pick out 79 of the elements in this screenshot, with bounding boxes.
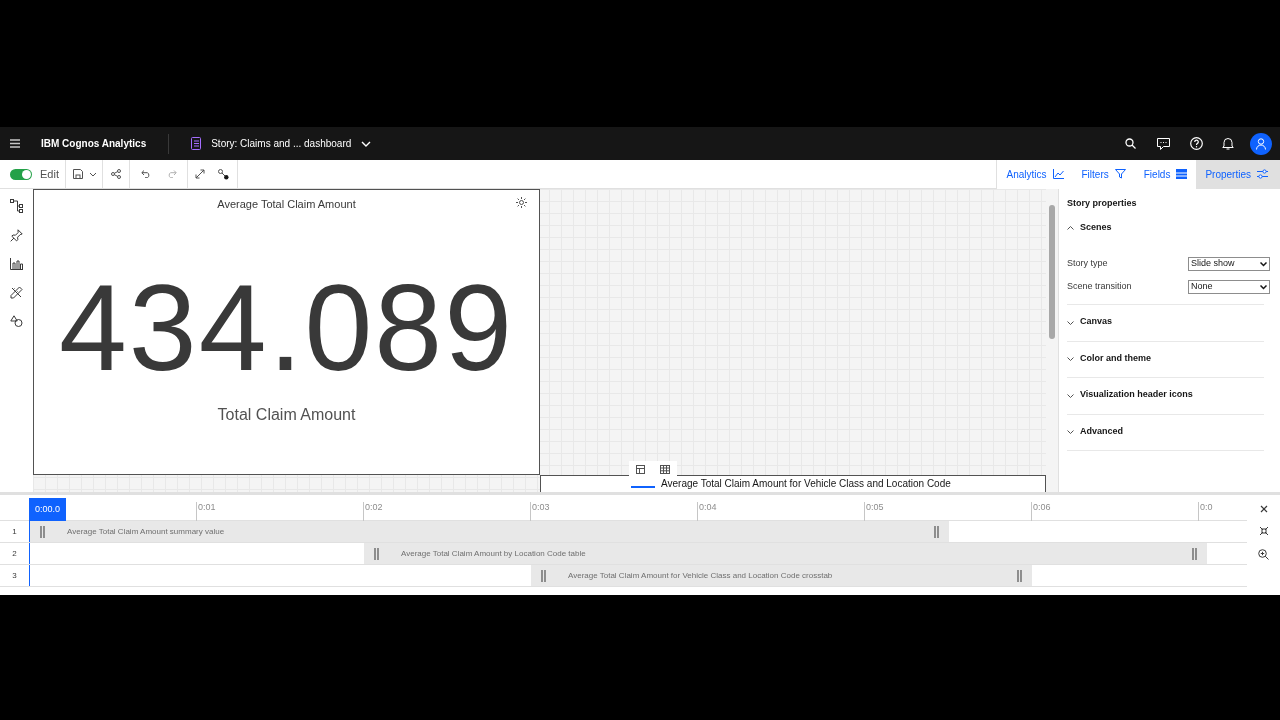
track-number: 3 xyxy=(12,569,17,582)
pencil-ruler-icon[interactable] xyxy=(10,286,23,299)
expand-icon[interactable] xyxy=(194,169,205,179)
drag-handle-icon[interactable] xyxy=(40,525,45,538)
grid-icon[interactable] xyxy=(659,464,670,474)
section-header[interactable]: Canvas xyxy=(1067,315,1264,329)
chevron-up-icon xyxy=(1067,224,1074,230)
sliders-icon xyxy=(1257,169,1268,179)
filter-icon xyxy=(1114,169,1126,179)
drag-handle-icon[interactable] xyxy=(374,547,379,560)
edit-label: Edit xyxy=(40,166,59,182)
close-icon[interactable] xyxy=(1259,505,1268,513)
track-bar[interactable]: Average Total Claim Amount summary value xyxy=(30,521,949,542)
dropdown[interactable]: None xyxy=(1188,280,1270,294)
chevron-down-icon[interactable] xyxy=(361,140,372,147)
shapes-icon[interactable] xyxy=(10,315,23,327)
document-icon xyxy=(191,137,202,150)
field-label: Scene transition xyxy=(1067,280,1132,294)
time-tick: 0:02 xyxy=(365,502,383,512)
fit-icon[interactable] xyxy=(1258,526,1269,536)
save-icon[interactable] xyxy=(72,169,83,179)
chevron-down-icon xyxy=(1067,430,1074,436)
caret-icon[interactable] xyxy=(88,171,97,177)
undo-icon[interactable] xyxy=(140,170,151,178)
drag-handle-icon[interactable] xyxy=(541,569,546,582)
track-label: Average Total Claim Amount for Vehicle Class and Location Code crosstab xyxy=(568,569,833,582)
panel-tab[interactable]: Properties xyxy=(1196,159,1280,189)
track-number: 2 xyxy=(12,547,17,560)
chevron-down-icon xyxy=(1067,357,1074,363)
settings-icon[interactable] xyxy=(516,197,527,208)
time-tick: 0:04 xyxy=(699,502,717,512)
section-header[interactable]: Advanced xyxy=(1067,424,1264,438)
value-caption: Total Claim Amount xyxy=(217,404,356,425)
pin-icon[interactable] xyxy=(10,229,23,242)
share-icon[interactable] xyxy=(110,169,121,179)
fields-icon xyxy=(1176,169,1188,179)
bell-icon[interactable] xyxy=(1222,137,1234,150)
time-tick: 0:05 xyxy=(866,502,884,512)
search-icon[interactable] xyxy=(1125,138,1136,149)
line-chart-icon xyxy=(1052,169,1064,179)
track-label: Average Total Claim Amount summary value xyxy=(67,525,225,538)
time-tick: 0:06 xyxy=(1033,502,1051,512)
caret-icon xyxy=(1260,284,1267,290)
track-bar[interactable]: Average Total Claim Amount by Location Code table xyxy=(364,543,1208,564)
drag-handle-icon[interactable] xyxy=(933,525,939,538)
time-tick: 0:0 xyxy=(1200,502,1213,512)
panel-title: Story properties xyxy=(1067,197,1138,210)
scrollbar[interactable] xyxy=(1046,189,1058,492)
field-label: Story type xyxy=(1067,257,1108,271)
product-name: IBM Cognos Analytics xyxy=(41,137,147,151)
bar-chart-icon[interactable] xyxy=(10,258,23,270)
track-number: 1 xyxy=(12,525,17,538)
user-avatar[interactable] xyxy=(1250,132,1272,155)
section-header[interactable]: Scenes xyxy=(1067,220,1264,234)
summary-value: 434.089 xyxy=(59,266,514,389)
summary-widget[interactable]: Average Total Claim Amount 434.089 Total Claim Amount xyxy=(33,189,540,475)
chevron-down-icon xyxy=(1067,393,1074,399)
section-header[interactable]: Color and theme xyxy=(1067,351,1264,365)
widget-title: Average Total Claim Amount xyxy=(217,197,356,212)
zoom-in-icon[interactable] xyxy=(1258,549,1269,560)
caret-icon xyxy=(1260,261,1267,267)
drag-handle-icon[interactable] xyxy=(1192,547,1198,560)
chat-icon[interactable] xyxy=(1157,137,1170,150)
menu-icon[interactable] xyxy=(10,139,20,148)
time-tick: 0:03 xyxy=(532,502,550,512)
help-icon[interactable] xyxy=(1190,137,1203,150)
document-title[interactable]: Story: Claims and ... dashboard xyxy=(211,136,352,151)
hierarchy-icon[interactable] xyxy=(10,199,23,213)
chevron-down-icon xyxy=(1067,320,1074,326)
track-label: Average Total Claim Amount by Location Code table xyxy=(401,547,586,560)
dropdown[interactable]: Slide show xyxy=(1188,257,1270,271)
track-bar[interactable]: Average Total Claim Amount for Vehicle Class and Location Code crosstab xyxy=(531,565,1032,586)
time-tick: 0:01 xyxy=(198,502,216,512)
drag-handle-icon[interactable] xyxy=(1017,569,1022,582)
widget-title: Average Total Claim Amount for Vehicle Class and Location Code xyxy=(661,478,951,490)
section-header[interactable]: Visualization header icons xyxy=(1067,388,1264,402)
user-icon xyxy=(1256,137,1266,150)
table-icon[interactable] xyxy=(636,464,646,474)
edit-toggle[interactable] xyxy=(10,168,32,180)
